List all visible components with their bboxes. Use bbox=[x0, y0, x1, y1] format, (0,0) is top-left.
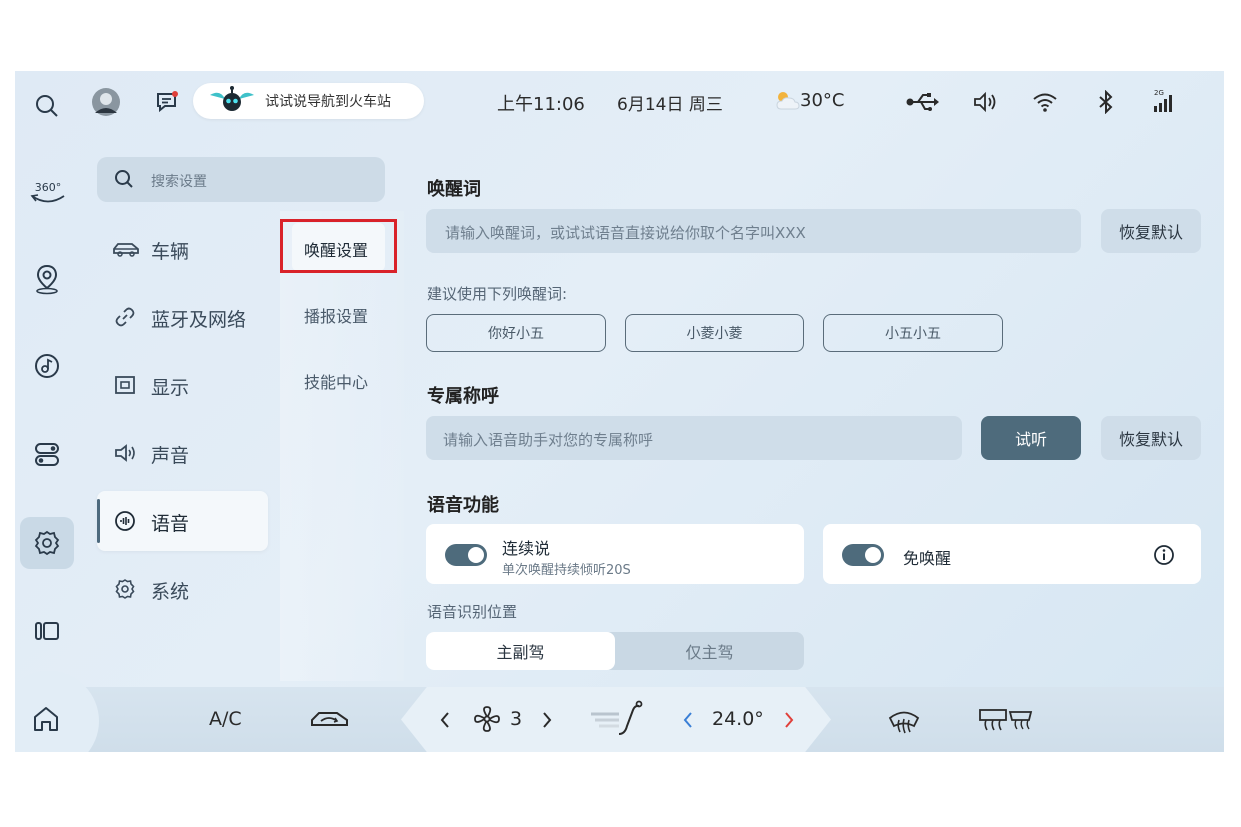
toggles-icon[interactable] bbox=[32, 439, 62, 469]
wake-word-title: 唤醒词 bbox=[427, 179, 481, 200]
wifi-icon[interactable] bbox=[1030, 89, 1060, 115]
fan-increase-chevron-icon[interactable] bbox=[537, 707, 557, 733]
position-option-driver-only[interactable]: 仅主驾 bbox=[615, 632, 804, 670]
clock-date: 6月14日 周三 bbox=[617, 95, 723, 115]
submenu-column bbox=[280, 211, 404, 681]
360-view-icon[interactable]: 360° bbox=[27, 177, 69, 211]
search-icon bbox=[113, 168, 135, 190]
360-label: 360° bbox=[35, 181, 62, 194]
fan-level: 3 bbox=[510, 708, 523, 730]
voice-assistant-robot-icon bbox=[208, 85, 256, 117]
category-label: 系统 bbox=[151, 581, 190, 603]
suggestion-chip[interactable]: 小菱小菱 bbox=[625, 314, 804, 352]
nickname-try-listen-button[interactable]: 试听 bbox=[981, 416, 1081, 460]
suggestion-chip[interactable]: 小五小五 bbox=[823, 314, 1003, 352]
category-bluetooth-network[interactable]: 蓝牙及网络 bbox=[107, 297, 277, 337]
submenu-broadcast-settings[interactable]: 播报设置 bbox=[304, 303, 368, 327]
seat-airflow-icon[interactable] bbox=[589, 700, 647, 738]
category-label: 车辆 bbox=[151, 241, 190, 263]
bluetooth-icon[interactable] bbox=[1095, 89, 1117, 115]
category-label: 显示 bbox=[151, 377, 190, 399]
apps-icon[interactable] bbox=[32, 616, 62, 646]
nickname-reset-button[interactable]: 恢复默认 bbox=[1101, 416, 1201, 460]
wake-word-suggest-label: 建议使用下列唤醒词: bbox=[427, 285, 568, 303]
home-icon[interactable] bbox=[31, 703, 61, 735]
nickname-title: 专属称呼 bbox=[427, 386, 499, 407]
nickname-placeholder: 请输入语音助手对您的专属称呼 bbox=[443, 431, 654, 449]
message-icon[interactable] bbox=[154, 89, 180, 115]
rear-defrost-icon[interactable] bbox=[977, 705, 1035, 735]
info-icon[interactable] bbox=[1152, 543, 1176, 567]
wake-word-reset-button[interactable]: 恢复默认 bbox=[1101, 209, 1201, 253]
submenu-skill-center[interactable]: 技能中心 bbox=[304, 369, 368, 393]
fan-decrease-chevron-icon[interactable] bbox=[435, 707, 455, 733]
music-icon[interactable] bbox=[32, 351, 62, 381]
category-label: 蓝牙及网络 bbox=[151, 309, 247, 331]
speaker-icon bbox=[113, 441, 139, 465]
outside-temperature: 30°C bbox=[800, 90, 845, 111]
map-pin-icon[interactable] bbox=[32, 262, 62, 296]
voice-icon bbox=[113, 509, 137, 533]
usb-icon bbox=[905, 89, 941, 115]
temperature-setting: 24.0° bbox=[712, 708, 764, 730]
display-icon bbox=[113, 373, 137, 397]
category-sound[interactable]: 声音 bbox=[107, 433, 277, 473]
car-screen: 360° 试试说导航到火车站 上午11:06 6月14日 周三 30°C 2G … bbox=[15, 71, 1224, 752]
submenu-wake-settings[interactable]: 唤醒设置 bbox=[304, 237, 368, 261]
recognition-position-title: 语音识别位置 bbox=[427, 603, 518, 621]
link-icon bbox=[113, 305, 137, 329]
car-icon bbox=[111, 237, 141, 261]
category-display[interactable]: 显示 bbox=[107, 365, 277, 405]
volume-icon[interactable] bbox=[971, 89, 999, 115]
category-label: 语音 bbox=[151, 513, 190, 535]
continuous-talk-toggle[interactable] bbox=[445, 544, 487, 566]
search-placeholder: 搜索设置 bbox=[151, 174, 207, 190]
temp-decrease-chevron-icon[interactable] bbox=[678, 707, 698, 733]
category-voice[interactable]: 语音 bbox=[107, 501, 277, 541]
category-system[interactable]: 系统 bbox=[107, 569, 277, 609]
category-selected-indicator bbox=[97, 499, 100, 543]
avatar[interactable] bbox=[91, 87, 121, 117]
car-recirculation-icon[interactable] bbox=[308, 705, 352, 735]
gear-icon bbox=[113, 577, 137, 601]
suggestion-chip[interactable]: 你好小五 bbox=[426, 314, 606, 352]
temp-increase-chevron-icon[interactable] bbox=[779, 707, 799, 733]
wake-free-label: 免唤醒 bbox=[903, 549, 952, 568]
fan-icon bbox=[471, 703, 503, 735]
wake-word-placeholder: 请输入唤醒词，或试试语音直接说给你取个名字叫XXX bbox=[445, 224, 806, 242]
position-option-front-seats[interactable]: 主副驾 bbox=[426, 632, 615, 670]
category-label: 声音 bbox=[151, 445, 190, 467]
voice-features-title: 语音功能 bbox=[427, 495, 499, 516]
cellular-signal-icon: 2G bbox=[1150, 87, 1178, 115]
gear-icon[interactable] bbox=[32, 528, 62, 558]
settings-search-box[interactable] bbox=[97, 157, 385, 202]
search-icon[interactable] bbox=[32, 91, 62, 121]
ac-button[interactable]: A/C bbox=[209, 708, 242, 730]
svg-text:2G: 2G bbox=[1154, 89, 1164, 97]
front-defrost-icon[interactable] bbox=[886, 703, 922, 737]
continuous-talk-subtext: 单次唤醒持续倾听20S bbox=[502, 563, 631, 578]
continuous-talk-label: 连续说 bbox=[502, 539, 551, 558]
clock-time: 上午11:06 bbox=[497, 94, 585, 115]
wake-free-toggle[interactable] bbox=[842, 544, 884, 566]
voice-hint-text: 试试说导航到火车站 bbox=[265, 94, 391, 110]
category-vehicle[interactable]: 车辆 bbox=[107, 229, 277, 269]
weather-sunny-cloudy-icon bbox=[773, 88, 801, 114]
